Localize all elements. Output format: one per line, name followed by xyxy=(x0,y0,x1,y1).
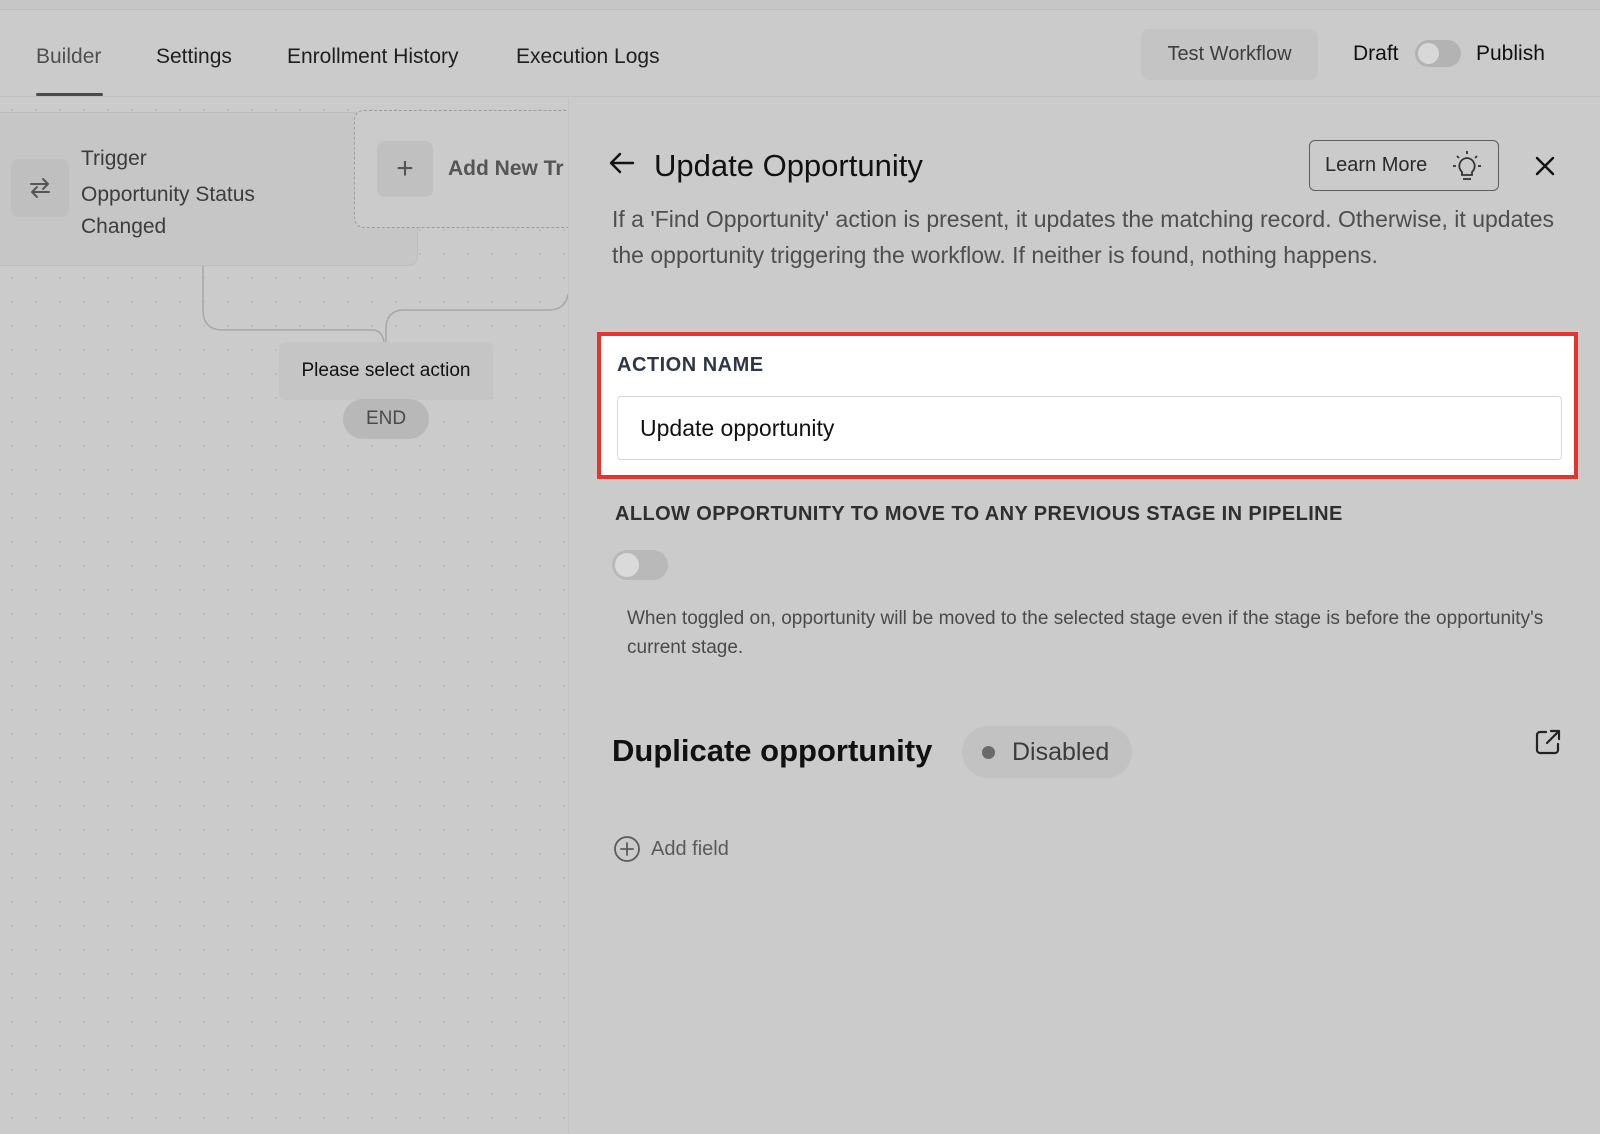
allow-previous-stage-toggle[interactable] xyxy=(612,550,668,580)
publish-label: Publish xyxy=(1476,42,1545,65)
draft-label: Draft xyxy=(1353,42,1399,65)
trigger-title: Trigger xyxy=(81,147,147,170)
lightbulb-icon xyxy=(1453,151,1481,180)
workflow-header: Builder Settings Enrollment History Exec… xyxy=(0,11,1600,97)
toggle-knob xyxy=(1418,43,1439,64)
action-settings-panel: Update Opportunity Learn More If a 'Find… xyxy=(568,98,1600,1134)
external-link-icon[interactable] xyxy=(1534,728,1562,761)
status-badge: Disabled xyxy=(962,726,1132,778)
add-circle-icon xyxy=(614,836,640,862)
panel-title: Update Opportunity xyxy=(654,148,923,183)
tab-enrollment-history[interactable]: Enrollment History xyxy=(287,45,459,69)
learn-more-label: Learn More xyxy=(1325,154,1428,176)
add-new-trigger-card[interactable]: + Add New Tr xyxy=(354,110,568,228)
learn-more-button[interactable]: Learn More xyxy=(1309,140,1499,191)
plus-icon[interactable]: + xyxy=(377,141,433,197)
workflow-canvas[interactable]: Trigger Opportunity Status Changed + Add… xyxy=(0,98,568,1134)
tab-execution-logs[interactable]: Execution Logs xyxy=(516,45,660,69)
select-action-node[interactable]: Please select action xyxy=(279,342,493,400)
add-new-trigger-label: Add New Tr xyxy=(448,157,564,180)
tab-settings[interactable]: Settings xyxy=(156,45,232,69)
toggle-knob xyxy=(615,553,639,577)
add-field-button[interactable]: Add field xyxy=(613,835,729,863)
close-icon[interactable] xyxy=(1533,154,1557,183)
action-name-input[interactable] xyxy=(617,396,1562,460)
panel-description: If a 'Find Opportunity' action is presen… xyxy=(612,206,1555,268)
swap-arrows-icon xyxy=(11,159,69,217)
back-arrow-icon[interactable] xyxy=(607,148,637,183)
publish-toggle[interactable] xyxy=(1415,40,1461,67)
tab-builder[interactable]: Builder xyxy=(36,45,101,69)
action-name-label: ACTION NAME xyxy=(617,354,764,376)
status-badge-label: Disabled xyxy=(1012,737,1110,766)
test-workflow-button[interactable]: Test Workflow xyxy=(1141,29,1318,80)
active-tab-indicator xyxy=(36,93,103,96)
end-node: END xyxy=(343,399,429,439)
allow-previous-stage-label: ALLOW OPPORTUNITY TO MOVE TO ANY PREVIOU… xyxy=(615,503,1343,525)
duplicate-opportunity-title: Duplicate opportunity xyxy=(612,733,933,768)
action-name-section: ACTION NAME xyxy=(597,332,1578,479)
allow-previous-stage-help: When toggled on, opportunity will be mov… xyxy=(627,608,1544,658)
add-field-label: Add field xyxy=(651,837,729,860)
trigger-subtitle: Opportunity Status Changed xyxy=(81,183,255,238)
top-border xyxy=(0,0,1600,10)
status-dot xyxy=(982,745,995,759)
